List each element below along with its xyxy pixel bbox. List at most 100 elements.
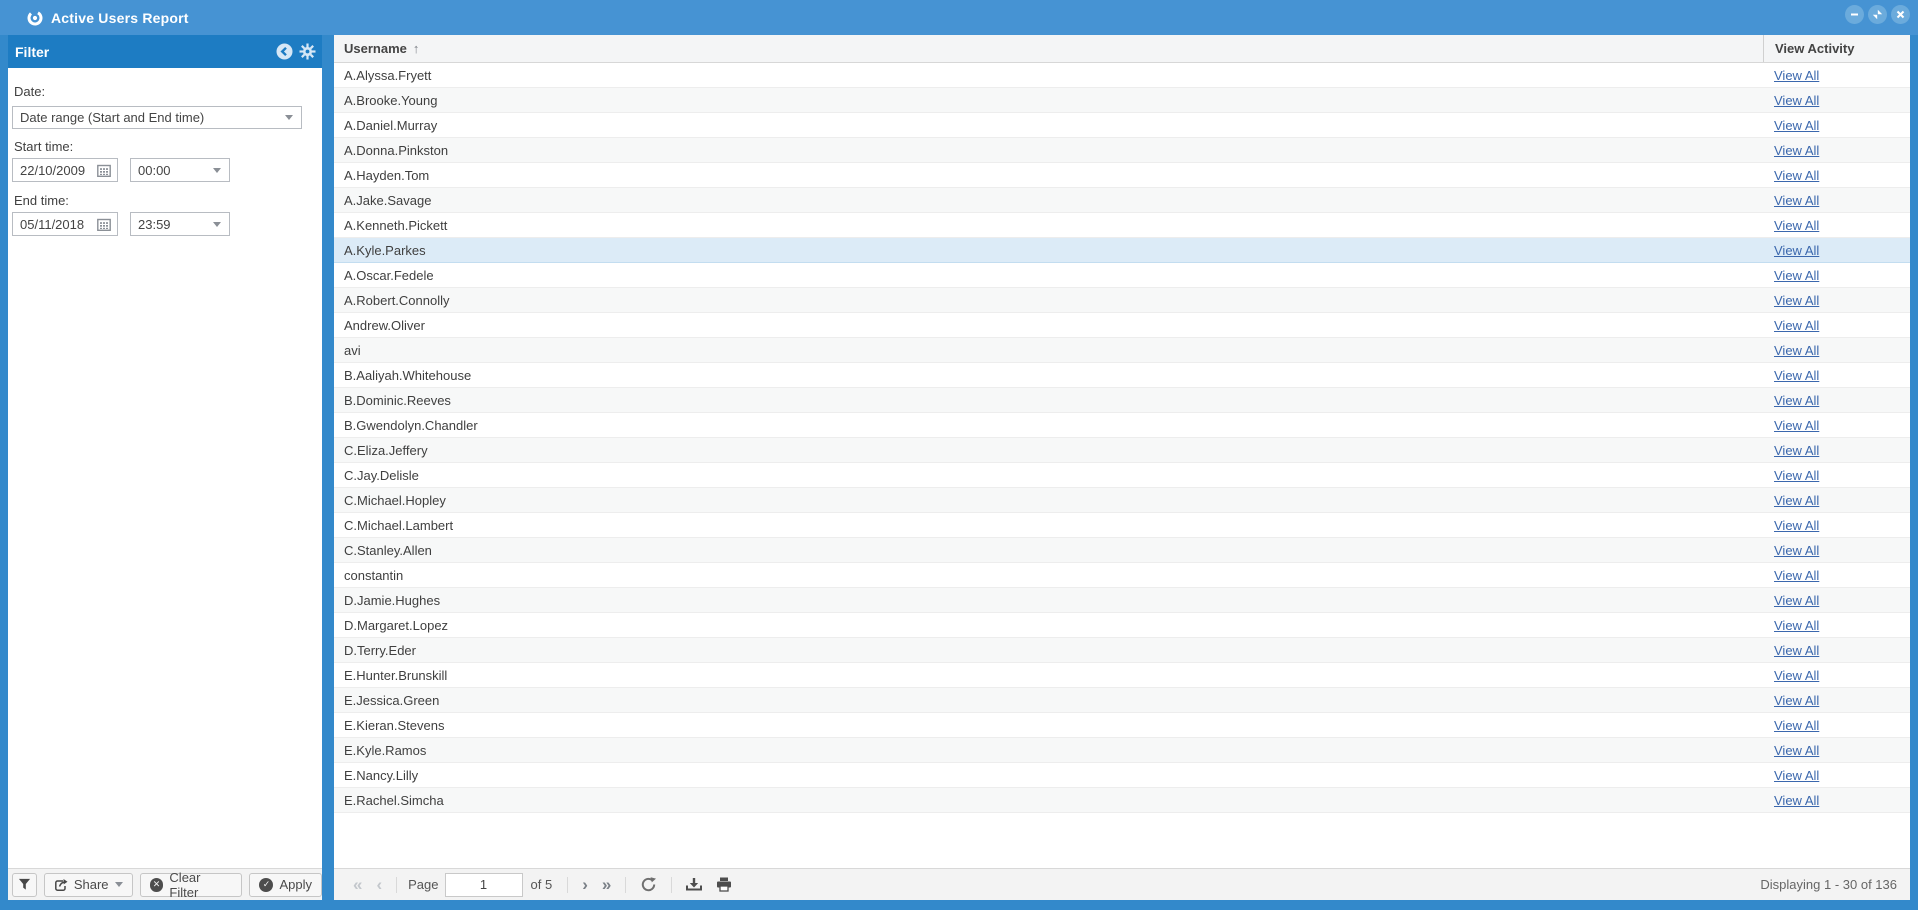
table-row[interactable]: A.Kyle.ParkesView All <box>334 238 1910 263</box>
view-all-link[interactable]: View All <box>1774 118 1819 133</box>
table-row[interactable]: A.Kenneth.PickettView All <box>334 213 1910 238</box>
table-row[interactable]: A.Hayden.TomView All <box>334 163 1910 188</box>
refresh-button[interactable] <box>633 876 664 893</box>
view-all-link[interactable]: View All <box>1774 793 1819 808</box>
calendar-icon[interactable] <box>97 218 111 231</box>
table-row[interactable]: C.Michael.HopleyView All <box>334 488 1910 513</box>
share-button[interactable]: Share <box>44 873 133 897</box>
column-header-username[interactable]: Username ↑ <box>334 35 1763 62</box>
username-cell: E.Jessica.Green <box>334 688 1763 712</box>
view-all-link[interactable]: View All <box>1774 518 1819 533</box>
view-all-link[interactable]: View All <box>1774 243 1819 258</box>
end-time-select[interactable]: 23:59 <box>130 212 230 236</box>
view-all-link[interactable]: View All <box>1774 368 1819 383</box>
end-date-input[interactable]: 05/11/2018 <box>12 212 118 236</box>
view-all-link[interactable]: View All <box>1774 543 1819 558</box>
table-row[interactable]: A.Donna.PinkstonView All <box>334 138 1910 163</box>
view-all-link[interactable]: View All <box>1774 468 1819 483</box>
username-cell: E.Hunter.Brunskill <box>334 663 1763 687</box>
view-activity-cell: View All <box>1763 188 1910 212</box>
view-activity-cell: View All <box>1763 788 1910 812</box>
table-row[interactable]: E.Kyle.RamosView All <box>334 738 1910 763</box>
date-range-select[interactable]: Date range (Start and End time) <box>12 106 302 129</box>
table-row[interactable]: A.Daniel.MurrayView All <box>334 113 1910 138</box>
view-all-link[interactable]: View All <box>1774 93 1819 108</box>
last-page-button[interactable]: » <box>595 876 618 893</box>
collapse-panel-icon[interactable] <box>276 43 293 60</box>
view-all-link[interactable]: View All <box>1774 268 1819 283</box>
calendar-icon[interactable] <box>97 164 111 177</box>
view-activity-cell: View All <box>1763 438 1910 462</box>
view-activity-cell: View All <box>1763 63 1910 87</box>
column-header-view-activity[interactable]: View Activity <box>1763 35 1910 62</box>
minimize-button[interactable] <box>1845 5 1864 24</box>
table-row[interactable]: E.Hunter.Brunskill View All <box>334 663 1910 688</box>
table-row[interactable]: A.Alyssa.FryettView All <box>334 63 1910 88</box>
start-time-select[interactable]: 00:00 <box>130 158 230 182</box>
table-row[interactable]: A.Brooke.Young View All <box>334 88 1910 113</box>
view-all-link[interactable]: View All <box>1774 768 1819 783</box>
gear-icon[interactable] <box>299 43 316 60</box>
table-row[interactable]: A.Oscar.FedeleView All <box>334 263 1910 288</box>
apply-check-icon: ✓ <box>259 878 273 892</box>
clear-filter-button[interactable]: ✕ Clear Filter <box>140 873 243 897</box>
view-activity-cell: View All <box>1763 88 1910 112</box>
view-all-link[interactable]: View All <box>1774 318 1819 333</box>
view-all-link[interactable]: View All <box>1774 143 1819 158</box>
view-all-link[interactable]: View All <box>1774 418 1819 433</box>
next-page-button[interactable]: › <box>575 876 595 893</box>
view-all-link[interactable]: View All <box>1774 718 1819 733</box>
table-row[interactable]: B.Aaliyah.WhitehouseView All <box>334 363 1910 388</box>
view-all-link[interactable]: View All <box>1774 493 1819 508</box>
username-cell: C.Stanley.Allen <box>334 538 1763 562</box>
chevron-down-icon <box>213 168 221 173</box>
table-row[interactable]: A.Robert.ConnollyView All <box>334 288 1910 313</box>
table-row[interactable]: E.Nancy.LillyView All <box>334 763 1910 788</box>
filter-panel-header: Filter <box>8 35 322 68</box>
table-row[interactable]: C.Stanley.Allen View All <box>334 538 1910 563</box>
start-time-value: 00:00 <box>138 163 213 178</box>
start-date-input[interactable]: 22/10/2009 <box>12 158 118 182</box>
view-all-link[interactable]: View All <box>1774 443 1819 458</box>
view-all-link[interactable]: View All <box>1774 618 1819 633</box>
view-all-link[interactable]: View All <box>1774 668 1819 683</box>
table-row[interactable]: B.Gwendolyn.ChandlerView All <box>334 413 1910 438</box>
table-row[interactable]: D.Terry.EderView All <box>334 638 1910 663</box>
view-all-link[interactable]: View All <box>1774 293 1819 308</box>
table-row[interactable]: aviView All <box>334 338 1910 363</box>
table-row[interactable]: C.Michael.LambertView All <box>334 513 1910 538</box>
view-all-link[interactable]: View All <box>1774 568 1819 583</box>
table-row[interactable]: D.Margaret.LopezView All <box>334 613 1910 638</box>
download-button[interactable] <box>679 877 709 892</box>
view-all-link[interactable]: View All <box>1774 68 1819 83</box>
view-all-link[interactable]: View All <box>1774 643 1819 658</box>
previous-page-button[interactable]: ‹ <box>369 876 389 893</box>
table-row[interactable]: E.Kieran.StevensView All <box>334 713 1910 738</box>
table-row[interactable]: constantinView All <box>334 563 1910 588</box>
apply-button[interactable]: ✓ Apply <box>249 873 322 897</box>
view-all-link[interactable]: View All <box>1774 393 1819 408</box>
table-row[interactable]: B.Dominic.ReevesView All <box>334 388 1910 413</box>
view-all-link[interactable]: View All <box>1774 693 1819 708</box>
close-button[interactable] <box>1891 5 1910 24</box>
first-page-button[interactable]: « <box>346 876 369 893</box>
clear-filter-label: Clear Filter <box>169 870 232 900</box>
print-button[interactable] <box>709 877 739 892</box>
view-all-link[interactable]: View All <box>1774 593 1819 608</box>
view-all-link[interactable]: View All <box>1774 218 1819 233</box>
maximize-button[interactable] <box>1868 5 1887 24</box>
table-row[interactable]: C.Eliza.JefferyView All <box>334 438 1910 463</box>
view-all-link[interactable]: View All <box>1774 343 1819 358</box>
username-cell: A.Brooke.Young <box>334 88 1763 112</box>
view-all-link[interactable]: View All <box>1774 193 1819 208</box>
table-row[interactable]: Andrew.OliverView All <box>334 313 1910 338</box>
table-row[interactable]: E.Rachel.SimchaView All <box>334 788 1910 813</box>
table-row[interactable]: A.Jake.SavageView All <box>334 188 1910 213</box>
view-all-link[interactable]: View All <box>1774 168 1819 183</box>
page-number-input[interactable] <box>445 873 523 897</box>
view-all-link[interactable]: View All <box>1774 743 1819 758</box>
table-row[interactable]: E.Jessica.Green View All <box>334 688 1910 713</box>
filter-button[interactable] <box>12 873 37 897</box>
table-row[interactable]: D.Jamie.HughesView All <box>334 588 1910 613</box>
table-row[interactable]: C.Jay.DelisleView All <box>334 463 1910 488</box>
